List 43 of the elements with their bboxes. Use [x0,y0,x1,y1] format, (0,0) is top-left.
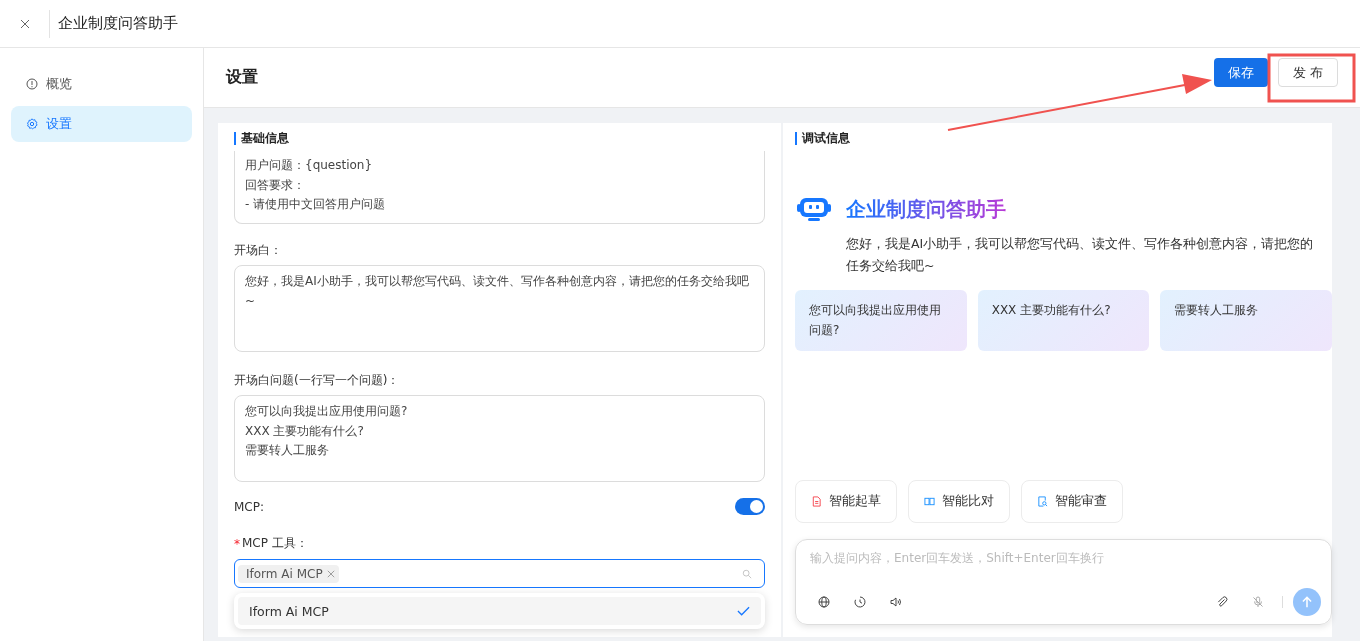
required-mark: * [234,536,240,551]
feature-chip[interactable]: 智能审查 [1021,480,1123,523]
document-search-icon [1037,496,1048,507]
window-title: 企业制度问答助手 [58,14,178,33]
prompt-field[interactable]: 用户问题：{question} 回答要求： - 请使用中文回答用户问题 [234,151,765,224]
globe-icon[interactable] [818,596,830,608]
feature-chip[interactable]: 智能比对 [908,480,1010,523]
page-title: 设置 [226,67,258,88]
robot-icon [797,195,831,223]
attachment-icon[interactable] [1216,596,1228,608]
speaker-icon[interactable] [890,596,902,608]
field-label: 开场白问题(一行写一个问题)： [234,372,401,389]
suggestion-card[interactable]: 需要转人工服务 [1160,290,1332,351]
settings-icon [26,118,38,130]
dropdown-option[interactable]: Iform Ai MCP [238,597,761,625]
suggestion-card[interactable]: 您可以向我提出应用使用问题? [795,290,967,351]
suggestion-card[interactable]: XXX 主要功能有什么? [977,290,1150,351]
document-icon [811,496,822,507]
publish-button[interactable]: 发 布 [1277,58,1338,87]
feature-chip[interactable]: 智能起草 [795,480,897,523]
arrow-up-icon [1300,595,1314,609]
field-label: 开场白： [234,242,283,259]
sidebar-item[interactable]: 设置 [11,106,192,142]
info-icon [26,78,38,90]
tag-label: Iform Ai MCP [246,566,323,581]
section-title: 基础信息 [234,132,765,145]
book-icon [924,496,935,507]
field-label: MCP 工具： [242,535,308,552]
sidebar-item[interactable]: 概览 [11,66,192,102]
save-button[interactable]: 保存 [1213,58,1268,87]
questions-field[interactable]: 您可以向我提出应用使用问题? XXX 主要功能有什么? 需要转人工服务 [234,395,765,482]
search-icon [742,569,752,579]
opening-field[interactable]: 您好，我是AI小助手，我可以帮您写代码、读文件、写作各种创意内容，请把您的任务交给我吧~ [234,265,765,352]
history-icon[interactable] [854,596,866,608]
select-field[interactable]: Iform Ai MCP [234,559,765,588]
close-icon[interactable] [20,18,30,29]
greeting-text: 您好，我是AI小助手，我可以帮您写代码、读文件、写作各种创意内容，请把您的任务交给我吧~ [846,235,1315,275]
assistant-name: 企业制度问答助手 [846,195,1006,223]
section-title: 调试信息 [795,132,1332,145]
toggle-switch[interactable] [735,498,765,515]
chat-input[interactable]: 输入提问内容，Enter回车发送，Shift+Enter回车换行 [810,548,1321,568]
check-icon [737,606,750,616]
field-label: MCP: [234,499,264,514]
